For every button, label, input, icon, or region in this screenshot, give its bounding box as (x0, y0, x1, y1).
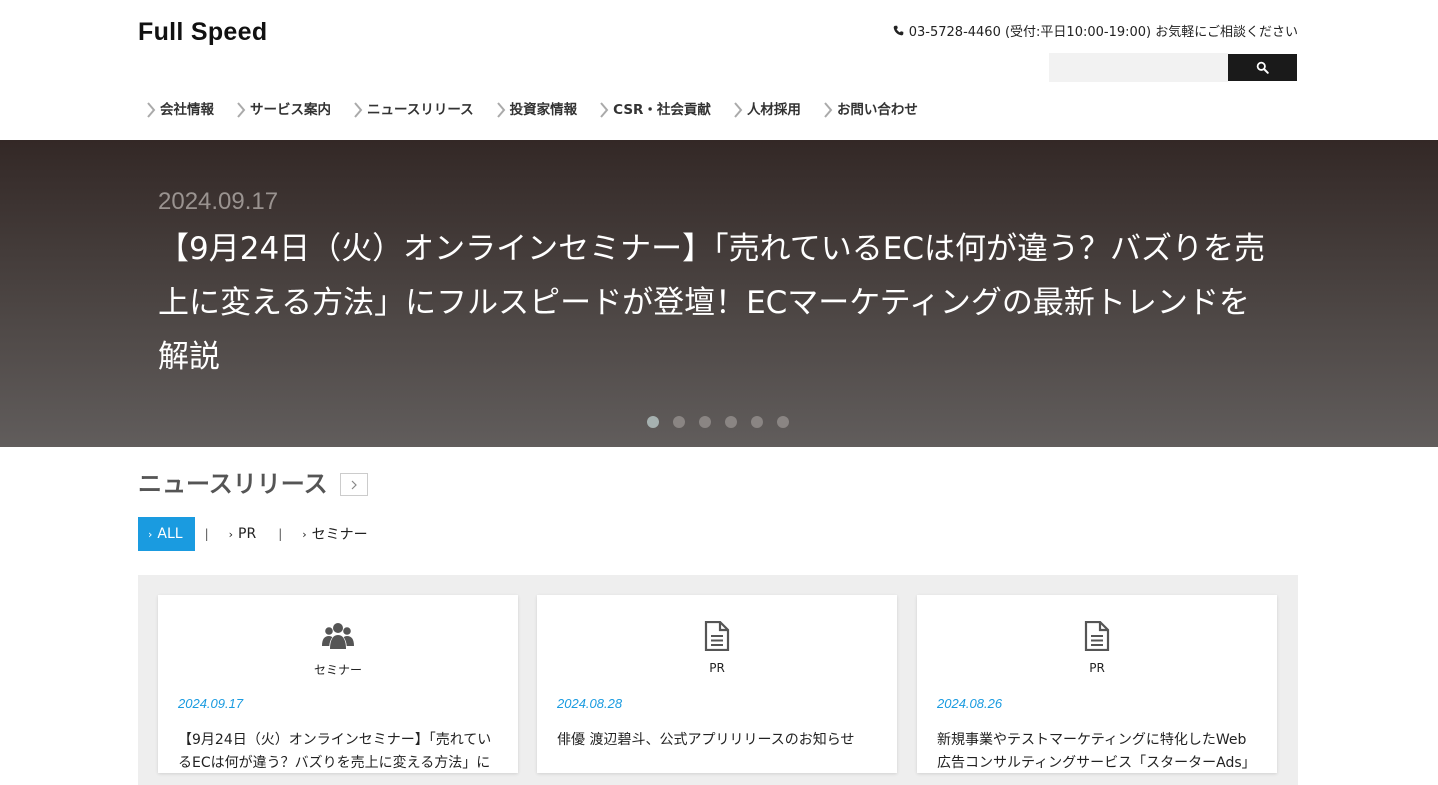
news-card[interactable]: セミナー 2024.09.17 【9月24日（火）オンラインセミナー】「売れてい… (158, 595, 518, 773)
chevron-right-icon: › (302, 527, 307, 541)
slider-dot[interactable] (647, 416, 659, 428)
news-title[interactable]: 新規事業やテストマーケティングに特化したWeb広告コンサルティングサービス「スタ… (937, 729, 1259, 775)
hero-date: 2024.09.17 (158, 188, 279, 215)
slider-dot[interactable] (673, 416, 685, 428)
site-search (1049, 53, 1297, 82)
news-date: 2024.09.17 (178, 696, 244, 711)
filter-all[interactable]: › ALL (138, 517, 195, 551)
chevron-right-icon (600, 102, 609, 118)
news-heading: ニュースリリース (138, 464, 368, 499)
chevron-right-icon (351, 480, 357, 489)
nav-item-ir[interactable]: 投資家情報 (496, 98, 578, 118)
chevron-right-icon (354, 102, 363, 118)
phone-icon (893, 25, 904, 36)
chevron-right-icon (496, 102, 505, 118)
chevron-right-icon: › (228, 527, 234, 541)
news-section-title: ニュースリリース (138, 470, 328, 498)
slider-dot[interactable] (699, 416, 711, 428)
news-title[interactable]: 俳優 渡辺碧斗、公式アプリリリースのお知らせ (557, 729, 879, 752)
nav-item-csr[interactable]: CSR・社会貢献 (599, 98, 711, 118)
nav-label: 会社情報 (160, 102, 214, 118)
nav-label: CSR・社会貢献 (613, 102, 711, 118)
news-date: 2024.08.26 (937, 696, 1003, 711)
filter-label: セミナー (311, 527, 368, 543)
nav-item-news[interactable]: ニュースリリース (353, 98, 474, 118)
search-icon (1256, 61, 1269, 74)
news-category: セミナー (313, 663, 362, 677)
search-input[interactable] (1049, 53, 1228, 82)
news-more-button[interactable] (339, 473, 368, 496)
filter-separator: | (204, 527, 209, 541)
news-category: PR (709, 661, 725, 675)
filter-pr[interactable]: › PR (219, 517, 269, 551)
nav-label: お問い合わせ (836, 102, 918, 118)
nav-label: サービス案内 (250, 102, 331, 118)
news-card[interactable]: PR 2024.08.28 俳優 渡辺碧斗、公式アプリリリースのお知らせ (537, 595, 897, 773)
filter-seminar[interactable]: › セミナー (292, 517, 379, 551)
nav-item-recruit[interactable]: 人材採用 (733, 98, 801, 118)
document-icon (917, 621, 1277, 651)
hero-title[interactable]: 【9月24日（火）オンラインセミナー】「売れているECは何が違う？バズりを売上に… (158, 222, 1278, 384)
nav-item-company[interactable]: 会社情報 (146, 98, 214, 118)
nav-label: ニュースリリース (367, 102, 474, 118)
slider-dot[interactable] (725, 416, 737, 428)
phone-text: 03-5728-4460 (受付:平日10:00-19:00) お気軽にご相談く… (908, 25, 1298, 40)
chevron-right-icon (824, 102, 833, 118)
news-date: 2024.08.28 (557, 696, 623, 711)
filter-separator: | (278, 527, 283, 541)
users-icon (158, 621, 518, 651)
nav-label: 人材採用 (746, 102, 801, 118)
news-category: PR (1089, 661, 1105, 675)
slider-pagination (647, 416, 789, 428)
filter-label: ALL (157, 526, 183, 542)
chevron-right-icon (147, 102, 156, 118)
news-list: セミナー 2024.09.17 【9月24日（火）オンラインセミナー】「売れてい… (138, 575, 1298, 785)
news-title[interactable]: 【9月24日（火）オンラインセミナー】「売れているECは何が違う？バズりを売上に… (178, 729, 500, 775)
slider-dot[interactable] (751, 416, 763, 428)
chevron-right-icon (237, 102, 246, 118)
news-filters: › ALL | › PR | › セミナー (138, 517, 380, 551)
filter-label: PR (238, 526, 257, 542)
nav-item-services[interactable]: サービス案内 (236, 98, 331, 118)
site-logo[interactable]: Full Speed (138, 18, 267, 47)
nav-item-contact[interactable]: お問い合わせ (823, 98, 918, 118)
search-button[interactable] (1228, 54, 1297, 81)
phone-contact: 03-5728-4460 (受付:平日10:00-19:00) お気軽にご相談く… (893, 21, 1298, 40)
hero-slider[interactable]: 2024.09.17 【9月24日（火）オンラインセミナー】「売れているECは何… (0, 140, 1438, 447)
main-nav: 会社情報 サービス案内 ニュースリリース 投資家情報 CSR・社会貢献 人材採用… (146, 98, 940, 118)
slider-dot[interactable] (777, 416, 789, 428)
nav-label: 投資家情報 (509, 102, 578, 118)
chevron-right-icon (734, 102, 743, 118)
document-icon (537, 621, 897, 651)
news-card[interactable]: PR 2024.08.26 新規事業やテストマーケティングに特化したWeb広告コ… (917, 595, 1277, 773)
chevron-right-icon: › (148, 527, 153, 541)
